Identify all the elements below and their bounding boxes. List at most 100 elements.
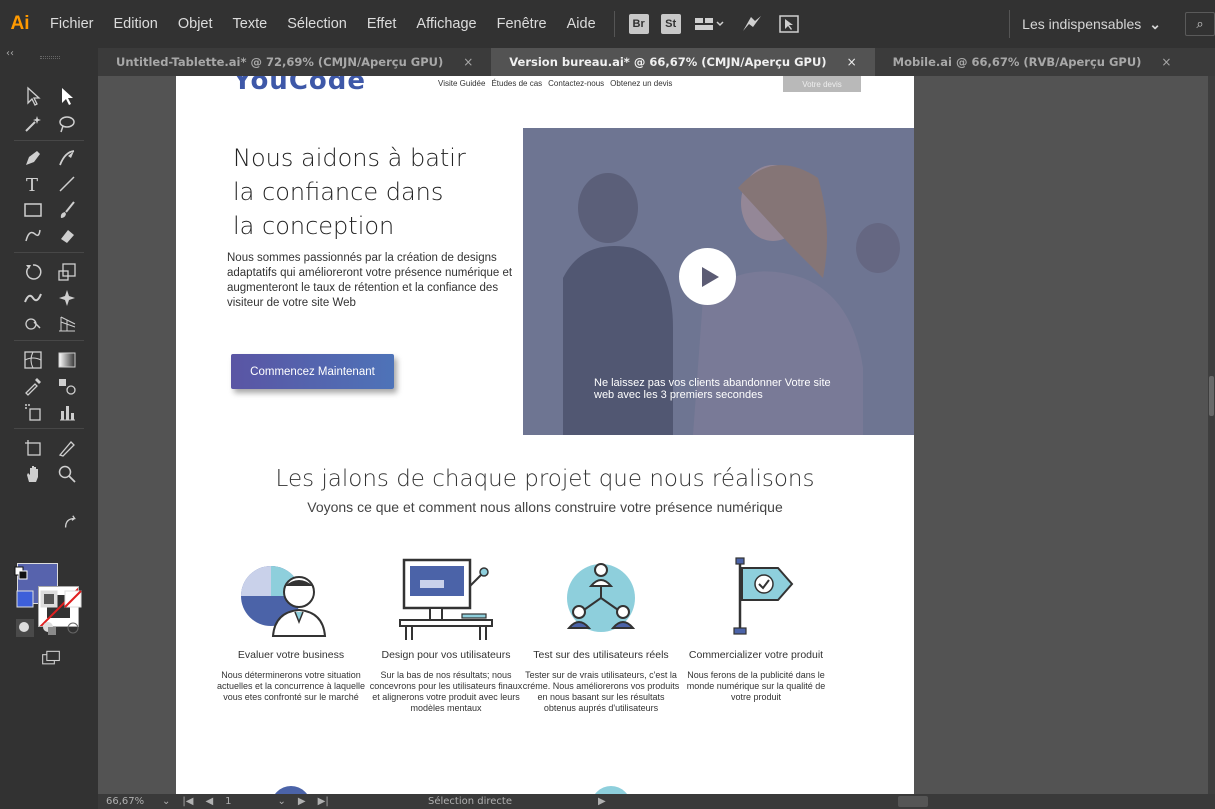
previous-artboard-icon[interactable]: ◀ bbox=[205, 796, 213, 807]
bridge-button[interactable]: Br bbox=[628, 14, 649, 34]
first-artboard-icon[interactable]: |◀ bbox=[182, 796, 193, 807]
menu-aide[interactable]: Aide bbox=[557, 16, 606, 32]
shaper-tool-icon[interactable] bbox=[20, 224, 46, 248]
document-tab[interactable]: Mobile.ai @ 66,67% (RVB/Aperçu GPU) × bbox=[875, 48, 1190, 76]
artboard[interactable]: YouCode Visite Guidée Études de cas Contac… bbox=[176, 76, 914, 794]
workspace-switcher[interactable]: Les indispensables ⌄ bbox=[1022, 0, 1161, 48]
perspective-grid-tool-icon[interactable] bbox=[54, 312, 80, 336]
artboard-number[interactable]: 1 bbox=[225, 796, 231, 807]
menu-fichier[interactable]: Fichier bbox=[40, 16, 104, 32]
curvature-tool-icon[interactable] bbox=[54, 146, 80, 170]
feature-title: Evaluer votre business bbox=[237, 649, 345, 661]
devis-button: Votre devis bbox=[783, 76, 861, 92]
pen-tool-icon[interactable] bbox=[20, 146, 46, 170]
paintbrush-tool-icon[interactable] bbox=[54, 198, 80, 222]
feature-title: Commercializer votre produit bbox=[688, 649, 824, 661]
zoom-dropdown-icon[interactable]: ⌄ bbox=[162, 796, 170, 807]
puppet-warp-tool-icon[interactable] bbox=[54, 286, 80, 310]
feature-description: Tester sur de vrais utilisateurs, c'est … bbox=[522, 670, 680, 713]
menu-bar: Ai Fichier Edition Objet Texte Sélection Effe… bbox=[0, 0, 1215, 48]
section-subtitle: Voyons ce que et comment nous allons con… bbox=[307, 499, 783, 515]
status-text: Sélection directe bbox=[428, 796, 513, 807]
close-icon[interactable]: × bbox=[847, 55, 857, 69]
scale-tool-icon[interactable] bbox=[54, 260, 80, 284]
last-artboard-icon[interactable]: ▶| bbox=[318, 796, 329, 807]
workspace-divider bbox=[1009, 10, 1010, 38]
document-tabs: Untitled-Tablette.ai* @ 72,69% (CMJN/Ape… bbox=[98, 48, 1215, 76]
blend-tool-icon[interactable] bbox=[54, 374, 80, 398]
video-thumbnail: Ne laissez pas vos clients abandonner Vo… bbox=[523, 128, 914, 435]
draw-inside-icon[interactable] bbox=[62, 618, 84, 638]
warp-tool-icon[interactable] bbox=[20, 286, 46, 310]
artboard-nav-link: Études de cas bbox=[491, 79, 543, 88]
menu-effet[interactable]: Effet bbox=[357, 16, 407, 32]
symbol-sprayer-tool-icon[interactable] bbox=[20, 400, 46, 424]
change-screen-mode-icon[interactable] bbox=[36, 646, 66, 670]
menu-texte[interactable]: Texte bbox=[223, 16, 278, 32]
arrange-documents-icon[interactable] bbox=[694, 17, 725, 31]
mesh-tool-icon[interactable] bbox=[20, 348, 46, 372]
menu-affichage[interactable]: Affichage bbox=[406, 16, 486, 32]
shape-builder-tool-icon[interactable] bbox=[20, 312, 46, 336]
menu-edition[interactable]: Edition bbox=[104, 16, 168, 32]
line-segment-tool-icon[interactable] bbox=[54, 172, 80, 196]
toolbar-separator bbox=[14, 252, 84, 253]
draw-normal-icon[interactable] bbox=[14, 618, 36, 638]
svg-text:T: T bbox=[26, 175, 38, 194]
stock-button[interactable]: St bbox=[660, 14, 681, 34]
canvas[interactable]: YouCode Visite Guidée Études de cas Contac… bbox=[98, 76, 1208, 794]
rectangle-tool-icon[interactable] bbox=[20, 198, 46, 222]
rotate-tool-icon[interactable] bbox=[20, 260, 46, 284]
search-button[interactable]: ⌕ bbox=[1185, 12, 1215, 36]
youcode-logo: YouCode bbox=[233, 76, 367, 96]
panel-grip[interactable] bbox=[40, 56, 60, 59]
column-graph-tool-icon[interactable] bbox=[54, 400, 80, 424]
gradient-mode-icon[interactable] bbox=[38, 588, 60, 610]
workspace-label: Les indispensables bbox=[1022, 16, 1142, 32]
close-icon[interactable]: × bbox=[463, 55, 473, 69]
app-logo: Ai bbox=[10, 13, 30, 34]
default-fill-stroke-icon[interactable] bbox=[14, 566, 28, 580]
selection-tool-icon[interactable] bbox=[20, 84, 46, 108]
publish-icon[interactable] bbox=[778, 15, 799, 33]
eyedropper-tool-icon[interactable] bbox=[20, 374, 46, 398]
flag-check-icon bbox=[733, 557, 794, 635]
color-mode-icon[interactable] bbox=[14, 588, 36, 610]
draw-behind-icon[interactable] bbox=[38, 618, 60, 638]
tab-label: Version bureau.ai* @ 66,67% (CMJN/Aperçu… bbox=[509, 55, 827, 69]
slice-tool-icon[interactable] bbox=[54, 436, 80, 460]
close-icon[interactable]: × bbox=[1161, 55, 1171, 69]
scrollbar-thumb[interactable] bbox=[1209, 376, 1214, 416]
zoom-tool-icon[interactable] bbox=[54, 462, 80, 486]
swap-fill-stroke-icon[interactable] bbox=[62, 514, 80, 532]
next-section-circle bbox=[271, 786, 311, 794]
artboard-tool-icon[interactable] bbox=[20, 436, 46, 460]
none-mode-icon[interactable] bbox=[62, 588, 84, 610]
document-tab[interactable]: Untitled-Tablette.ai* @ 72,69% (CMJN/Ape… bbox=[98, 48, 491, 76]
artboard-dropdown-icon[interactable]: ⌄ bbox=[278, 796, 286, 807]
user-chart-icon bbox=[241, 566, 327, 637]
hero-intro: Nous sommes passionnés par la création d… bbox=[227, 252, 513, 309]
type-tool-icon[interactable]: T bbox=[20, 172, 46, 196]
status-menu-icon[interactable]: ▶ bbox=[598, 796, 606, 807]
zoom-level[interactable]: 66,67% bbox=[106, 796, 156, 807]
hand-tool-icon[interactable] bbox=[20, 462, 46, 486]
lasso-tool-icon[interactable] bbox=[54, 112, 80, 136]
video-caption: Ne laissez pas vos clients abandonner Vo… bbox=[594, 377, 831, 401]
magic-wand-tool-icon[interactable] bbox=[20, 112, 46, 136]
menu-fenetre[interactable]: Fenêtre bbox=[487, 16, 557, 32]
horizontal-scrollbar-thumb[interactable] bbox=[898, 796, 928, 807]
gradient-tool-icon[interactable] bbox=[54, 348, 80, 372]
document-tab[interactable]: Version bureau.ai* @ 66,67% (CMJN/Aperçu… bbox=[491, 48, 875, 76]
next-artboard-icon[interactable]: ▶ bbox=[298, 796, 306, 807]
menu-selection[interactable]: Sélection bbox=[277, 16, 357, 32]
collapse-panel-icon[interactable]: ‹‹ bbox=[6, 48, 14, 59]
feature-title: Design pour vos utilisateurs bbox=[381, 649, 511, 661]
eraser-tool-icon[interactable] bbox=[54, 224, 80, 248]
gpu-performance-icon[interactable] bbox=[741, 15, 763, 33]
direct-selection-tool-icon[interactable] bbox=[54, 84, 80, 108]
headline-line: la confiance dans bbox=[233, 178, 444, 206]
menu-objet[interactable]: Objet bbox=[168, 16, 223, 32]
vertical-scrollbar[interactable] bbox=[1208, 76, 1215, 794]
toolbar-separator bbox=[14, 140, 84, 141]
